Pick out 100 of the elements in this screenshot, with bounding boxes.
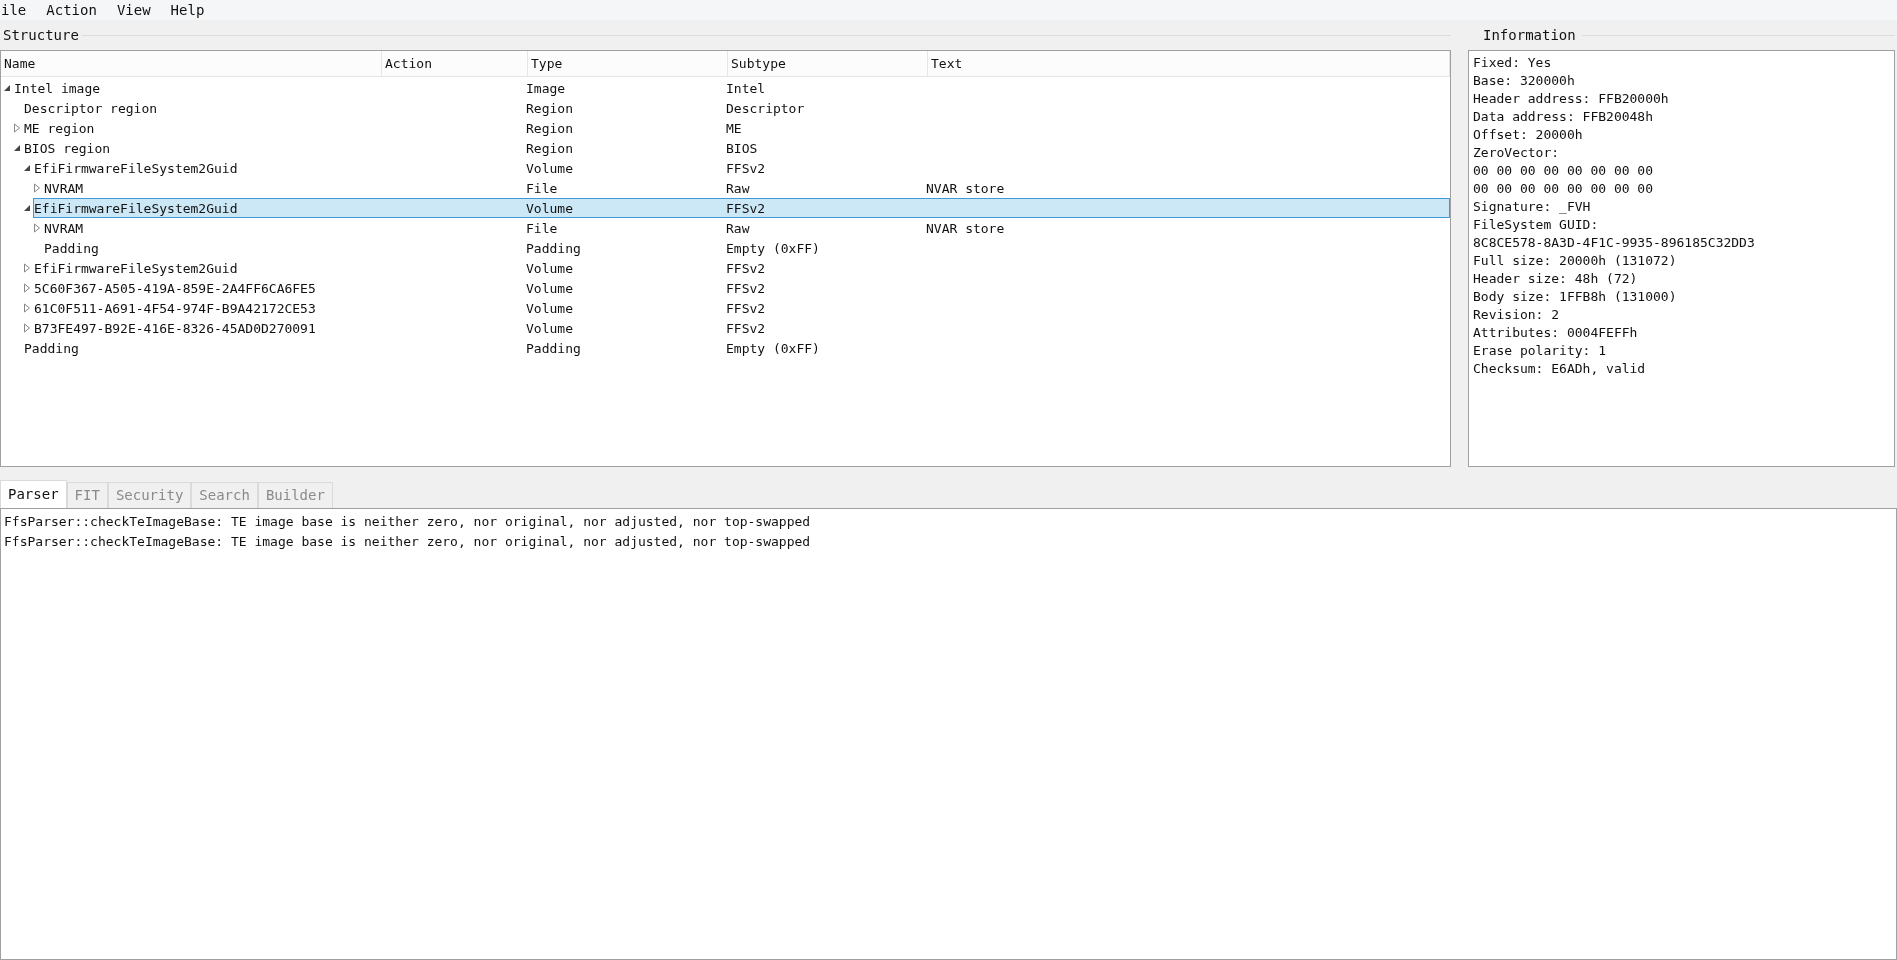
subtype-cell-text: ME bbox=[726, 120, 743, 138]
collapsed-triangle-icon[interactable] bbox=[13, 123, 21, 133]
subtype-cell-text: Empty (0xFF) bbox=[726, 240, 821, 258]
subtype-cell-text: Raw bbox=[726, 180, 751, 198]
name-cell-text: Padding bbox=[44, 240, 100, 258]
info-line: Attributes: 0004FEFFh bbox=[1473, 324, 1639, 342]
expanded-triangle-icon[interactable] bbox=[3, 84, 11, 92]
subtype-cell-text: Descriptor bbox=[726, 100, 806, 118]
name-cell-text: 61C0F511-A691-4F54-974F-B9A42172CE53 bbox=[34, 300, 317, 318]
tree-row[interactable]: NVRAM File Raw NVAR store bbox=[43, 178, 1450, 198]
tree-row[interactable]: 5C60F367-A505-419A-859E-2A4FF6CA6FE5 Volume FFSv2 bbox=[33, 278, 1450, 298]
name-cell-text: B73FE497-B92E-416E-8326-45AD0D270091 bbox=[34, 320, 317, 338]
menu-item[interactable]: ile bbox=[0, 0, 28, 21]
name-cell-text: NVRAM bbox=[44, 180, 85, 198]
subtype-cell-text: Raw bbox=[726, 220, 751, 238]
panel-title: Information bbox=[1482, 25, 1577, 45]
tree-row[interactable]: Padding Padding Empty (0xFF) bbox=[23, 338, 1450, 358]
tree-row[interactable]: ME region Region ME bbox=[23, 118, 1450, 138]
subtype-cell-text: Empty (0xFF) bbox=[726, 340, 821, 358]
tab[interactable]: Parser bbox=[0, 480, 67, 508]
name-cell-text: EfiFirmwareFileSystem2Guid bbox=[34, 160, 239, 178]
subtype-cell-text: FFSv2 bbox=[726, 320, 767, 338]
text-cell-text: NVAR store bbox=[926, 180, 1006, 198]
subtype-cell-text: FFSv2 bbox=[726, 280, 767, 298]
collapsed-triangle-icon[interactable] bbox=[23, 283, 31, 293]
column-header[interactable]: Type bbox=[528, 51, 728, 76]
subtype-cell-text: FFSv2 bbox=[726, 260, 767, 278]
column-header[interactable]: Text bbox=[928, 51, 1450, 76]
type-cell-text: Region bbox=[526, 100, 574, 118]
panel-title: Structure bbox=[2, 25, 80, 45]
type-cell-text: Region bbox=[526, 140, 574, 158]
expanded-triangle-icon[interactable] bbox=[23, 164, 31, 172]
type-cell-text: Region bbox=[526, 120, 574, 138]
info-line: Signature: _FVH bbox=[1473, 198, 1592, 216]
tree-row[interactable]: B73FE497-B92E-416E-8326-45AD0D270091 Volume FFSv2 bbox=[33, 318, 1450, 338]
collapsed-triangle-icon[interactable] bbox=[23, 323, 31, 333]
info-line: Header size: 48h (72) bbox=[1473, 270, 1639, 288]
info-line: Fixed: Yes bbox=[1473, 54, 1553, 72]
info-line: ZeroVector: bbox=[1473, 144, 1561, 162]
tree-row[interactable]: Descriptor region Region Descriptor bbox=[23, 98, 1450, 118]
info-line: 00 00 00 00 00 00 00 00 bbox=[1473, 162, 1654, 180]
tree-row[interactable]: EfiFirmwareFileSystem2Guid Volume FFSv2 bbox=[33, 198, 1450, 218]
type-cell-text: File bbox=[526, 220, 559, 238]
column-header[interactable]: Name bbox=[1, 51, 382, 76]
tree-row[interactable]: Intel image Image Intel bbox=[13, 78, 1450, 98]
info-line: 00 00 00 00 00 00 00 00 bbox=[1473, 180, 1654, 198]
info-line: FileSystem GUID: bbox=[1473, 216, 1600, 234]
collapsed-triangle-icon[interactable] bbox=[33, 183, 41, 193]
subtype-cell-text: FFSv2 bbox=[726, 300, 767, 318]
type-cell-text: Volume bbox=[526, 200, 574, 218]
info-line: Revision: 2 bbox=[1473, 306, 1561, 324]
tree-row[interactable]: EfiFirmwareFileSystem2Guid Volume FFSv2 bbox=[33, 158, 1450, 178]
name-cell-text: Intel image bbox=[14, 80, 102, 98]
collapsed-triangle-icon[interactable] bbox=[23, 263, 31, 273]
name-cell-text: 5C60F367-A505-419A-859E-2A4FF6CA6FE5 bbox=[34, 280, 317, 298]
info-line: Header address: FFB20000h bbox=[1473, 90, 1670, 108]
column-header[interactable]: Action bbox=[382, 51, 528, 76]
info-line: Offset: 20000h bbox=[1473, 126, 1584, 144]
tree-row[interactable]: 61C0F511-A691-4F54-974F-B9A42172CE53 Volume FFSv2 bbox=[33, 298, 1450, 318]
log-message: FfsParser::checkTeImageBase: TE image base is neither zero, nor original, nor adjusted, nor top-swapped bbox=[4, 513, 812, 531]
type-cell-text: Padding bbox=[526, 340, 582, 358]
type-cell-text: Padding bbox=[526, 240, 582, 258]
name-cell-text: Padding bbox=[24, 340, 80, 358]
expanded-triangle-icon[interactable] bbox=[13, 144, 21, 152]
name-cell-text: EfiFirmwareFileSystem2Guid bbox=[34, 260, 239, 278]
column-header[interactable]: Subtype bbox=[728, 51, 928, 76]
collapsed-triangle-icon[interactable] bbox=[33, 223, 41, 233]
tree-row[interactable]: NVRAM File Raw NVAR store bbox=[43, 218, 1450, 238]
info-line: Body size: 1FFB8h (131000) bbox=[1473, 288, 1678, 306]
collapsed-triangle-icon[interactable] bbox=[23, 303, 31, 313]
subtype-cell-text: FFSv2 bbox=[726, 160, 767, 178]
name-cell-text: Descriptor region bbox=[24, 100, 159, 118]
type-cell-text: Volume bbox=[526, 300, 574, 318]
name-cell-text: EfiFirmwareFileSystem2Guid bbox=[34, 200, 239, 218]
subtype-cell-text: BIOS bbox=[726, 140, 759, 158]
subtype-cell-text: FFSv2 bbox=[726, 200, 767, 218]
info-line: Full size: 20000h (131072) bbox=[1473, 252, 1678, 270]
expanded-triangle-icon[interactable] bbox=[23, 204, 31, 212]
type-cell-text: Volume bbox=[526, 160, 574, 178]
tree-row[interactable]: Padding Padding Empty (0xFF) bbox=[43, 238, 1450, 258]
tree-row[interactable]: BIOS region Region BIOS bbox=[23, 138, 1450, 158]
type-cell-text: Image bbox=[526, 80, 567, 98]
menu-item[interactable]: View bbox=[115, 0, 152, 21]
info-line: Erase polarity: 1 bbox=[1473, 342, 1608, 360]
menu-item[interactable]: Action bbox=[45, 0, 98, 21]
tree-row[interactable]: EfiFirmwareFileSystem2Guid Volume FFSv2 bbox=[33, 258, 1450, 278]
type-cell-text: File bbox=[526, 180, 559, 198]
menu-item[interactable]: Help bbox=[169, 0, 206, 21]
type-cell-text: Volume bbox=[526, 260, 574, 278]
text-cell-text: NVAR store bbox=[926, 220, 1006, 238]
log-message: FfsParser::checkTeImageBase: TE image base is neither zero, nor original, nor adjusted, nor top-swapped bbox=[4, 533, 812, 551]
name-cell-text: BIOS region bbox=[24, 140, 112, 158]
name-cell-text: ME region bbox=[24, 120, 96, 138]
info-line: Data address: FFB20048h bbox=[1473, 108, 1654, 126]
info-line: Base: 320000h bbox=[1473, 72, 1576, 90]
type-cell-text: Volume bbox=[526, 280, 574, 298]
info-line: Checksum: E6ADh, valid bbox=[1473, 360, 1647, 378]
info-line: 8C8CE578-8A3D-4F1C-9935-896185C32DD3 bbox=[1473, 234, 1756, 252]
name-cell-text: NVRAM bbox=[44, 220, 85, 238]
subtype-cell-text: Intel bbox=[726, 80, 767, 98]
